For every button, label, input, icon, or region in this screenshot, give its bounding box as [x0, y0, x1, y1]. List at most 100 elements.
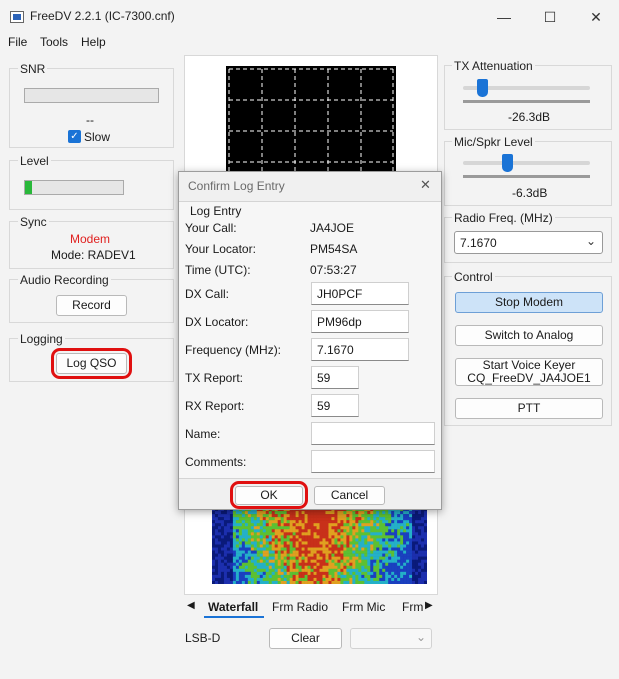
stop-modem-button[interactable]: Stop Modem — [455, 292, 603, 313]
waterfall-cell — [409, 520, 413, 524]
waterfall-cell — [340, 526, 344, 530]
waterfall-cell — [352, 556, 356, 560]
waterfall-cell — [424, 562, 428, 567]
comments-input[interactable] — [311, 450, 435, 473]
waterfall-cell — [412, 556, 416, 560]
tab-scroll-right-icon[interactable]: ▶ — [425, 600, 433, 611]
waterfall-cell — [223, 517, 228, 521]
waterfall-cell — [376, 547, 380, 551]
start-voice-keyer-button[interactable]: Start Voice Keyer CQ_FreeDV_JA4JOE1 — [455, 358, 603, 386]
waterfall-cell — [394, 544, 398, 548]
waterfall-cell — [415, 571, 419, 576]
waterfall-cell — [223, 553, 228, 557]
dx-locator-input[interactable]: PM96dp — [311, 310, 409, 333]
waterfall-cell — [307, 526, 311, 530]
cancel-button[interactable]: Cancel — [314, 486, 385, 505]
close-button[interactable]: ✕ — [573, 0, 619, 34]
record-button[interactable]: Record — [56, 295, 127, 316]
waterfall-cell — [424, 565, 428, 570]
waterfall-display[interactable] — [212, 508, 428, 585]
bottom-combo[interactable]: ⌄ — [350, 628, 432, 649]
waterfall-cell — [241, 556, 246, 560]
menu-help[interactable]: Help — [81, 35, 106, 49]
waterfall-cell — [322, 580, 326, 585]
waterfall-cell — [397, 517, 401, 521]
switch-to-analog-button[interactable]: Switch to Analog — [455, 325, 603, 346]
tx-attenuation-slider[interactable] — [476, 79, 488, 97]
name-input[interactable] — [311, 422, 435, 445]
waterfall-cell — [406, 580, 410, 585]
waterfall-cell — [403, 571, 407, 576]
tab-frm-radio[interactable]: Frm Radio — [272, 600, 328, 614]
waterfall-cell — [346, 547, 350, 551]
waterfall-cell — [307, 529, 311, 533]
waterfall-cell — [280, 544, 284, 548]
tx-report-input[interactable]: 59 — [311, 366, 359, 389]
waterfall-cell — [289, 517, 293, 521]
waterfall-cell — [256, 565, 261, 570]
waterfall-cell — [304, 571, 308, 576]
tx-attenuation-ticks — [463, 100, 590, 103]
waterfall-cell — [274, 556, 278, 560]
waterfall-cell — [271, 529, 276, 533]
waterfall-cell — [292, 517, 296, 521]
waterfall-cell — [412, 529, 416, 533]
tab-frm[interactable]: Frm — [402, 600, 423, 614]
waterfall-cell — [391, 577, 395, 582]
waterfall-cell — [280, 511, 284, 515]
waterfall-cell — [232, 514, 237, 518]
waterfall-cell — [370, 553, 374, 557]
minimize-button[interactable]: — — [481, 0, 527, 34]
waterfall-cell — [310, 562, 314, 567]
waterfall-cell — [229, 574, 234, 579]
waterfall-cell — [274, 571, 278, 576]
waterfall-cell — [388, 529, 392, 533]
clear-button[interactable]: Clear — [269, 628, 342, 649]
log-qso-button[interactable]: Log QSO — [56, 353, 127, 374]
waterfall-cell — [376, 571, 380, 576]
waterfall-cell — [265, 550, 270, 554]
waterfall-cell — [229, 568, 234, 573]
waterfall-cell — [229, 541, 234, 545]
waterfall-cell — [376, 538, 380, 542]
waterfall-cell — [367, 511, 371, 515]
frequency-input[interactable]: 7.1670 — [311, 338, 409, 361]
rx-report-input[interactable]: 59 — [311, 394, 359, 417]
menu-tools[interactable]: Tools — [40, 35, 68, 49]
tab-scroll-left-icon[interactable]: ◀ — [187, 600, 195, 611]
slow-checkbox[interactable]: ✓ — [68, 130, 81, 143]
waterfall-cell — [298, 574, 302, 579]
waterfall-cell — [313, 520, 317, 524]
waterfall-cell — [289, 538, 293, 542]
waterfall-cell — [238, 577, 243, 582]
waterfall-cell — [388, 541, 392, 545]
waterfall-cell — [319, 568, 323, 573]
radio-freq-combo[interactable]: 7.1670 ⌄ — [454, 231, 603, 254]
menu-file[interactable]: File — [8, 35, 27, 49]
waterfall-cell — [310, 556, 314, 560]
waterfall-cell — [286, 511, 290, 515]
tab-waterfall[interactable]: Waterfall — [208, 600, 258, 614]
waterfall-cell — [241, 565, 246, 570]
waterfall-cell — [394, 520, 398, 524]
waterfall-cell — [370, 574, 374, 579]
waterfall-cell — [310, 517, 314, 521]
mic-spkr-slider[interactable] — [501, 154, 513, 172]
waterfall-cell — [373, 574, 377, 579]
spectrum-scope[interactable] — [226, 66, 396, 171]
maximize-button[interactable]: ☐ — [527, 0, 573, 34]
waterfall-cell — [220, 544, 225, 548]
ok-button[interactable]: OK — [235, 486, 303, 505]
waterfall-cell — [412, 538, 416, 542]
waterfall-cell — [424, 559, 428, 564]
ptt-button[interactable]: PTT — [455, 398, 603, 419]
waterfall-cell — [403, 577, 407, 582]
dx-call-input[interactable]: JH0PCF — [311, 282, 409, 305]
dialog-close-icon[interactable]: ✕ — [420, 177, 431, 193]
waterfall-cell — [388, 544, 392, 548]
waterfall-cell — [280, 523, 284, 527]
waterfall-cell — [212, 526, 216, 530]
waterfall-cell — [253, 562, 258, 567]
tab-frm-mic[interactable]: Frm Mic — [342, 600, 385, 614]
waterfall-cell — [361, 529, 365, 533]
